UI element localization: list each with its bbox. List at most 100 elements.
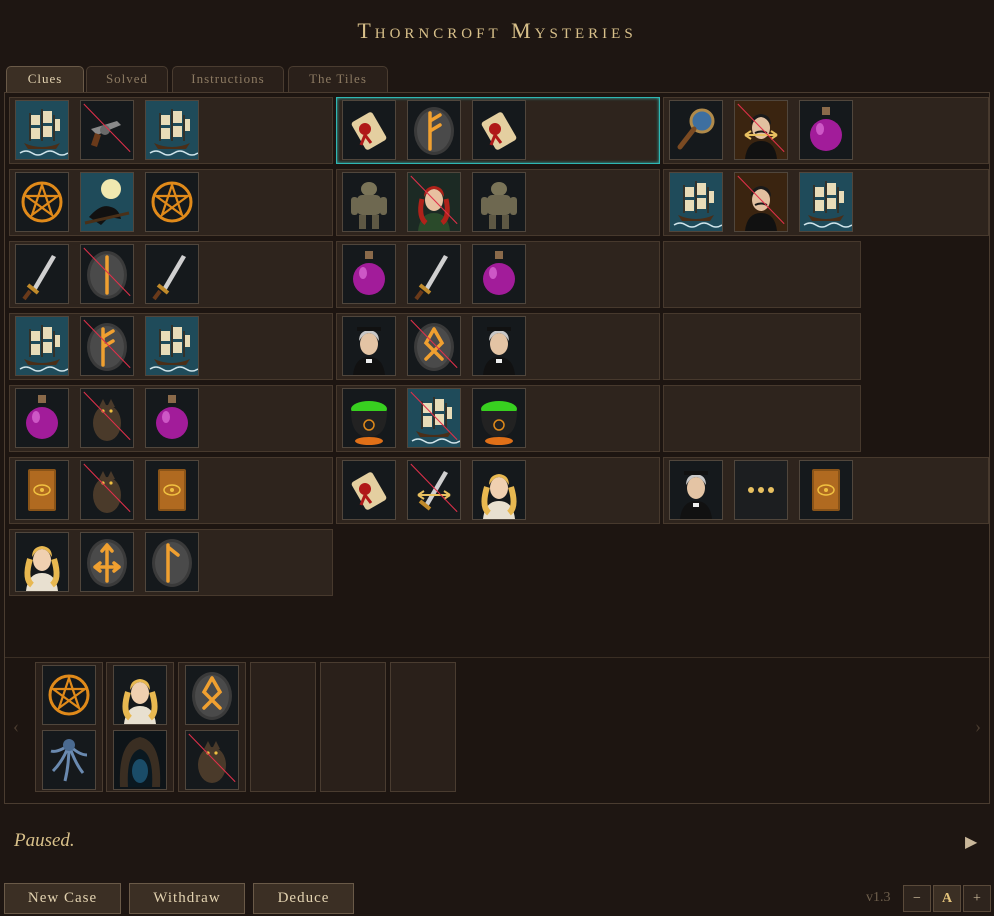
clue-tile[interactable] [80,532,134,592]
clue-tile[interactable] [15,172,69,232]
revolver-icon [91,121,121,147]
clue-row[interactable] [9,313,333,380]
clue-tile[interactable] [145,532,199,592]
clue-tile[interactable] [472,244,526,304]
clue-tile[interactable] [145,100,199,160]
clue-row[interactable] [9,169,333,236]
hand-tile[interactable] [42,665,96,725]
deduce-button[interactable]: Deduce [253,883,354,914]
clue-tile[interactable] [145,172,199,232]
clue-tile[interactable] [669,460,723,520]
zoom-out-button[interactable]: − [903,885,931,912]
zoom-reset-button[interactable]: A [933,885,961,912]
clue-row[interactable] [663,457,989,524]
hand-tile[interactable] [185,665,239,725]
clue-tile[interactable] [342,172,396,232]
clue-tile[interactable] [407,100,461,160]
clue-tile[interactable] [799,460,853,520]
play-icon[interactable]: ▶ [965,832,977,852]
clue-tile[interactable] [669,100,723,160]
tab-clues[interactable]: Clues [6,66,84,92]
zoom-in-button[interactable]: + [963,885,991,912]
clue-tile[interactable] [15,532,69,592]
clue-tile[interactable] [407,172,461,232]
clue-tile[interactable] [145,316,199,376]
withdraw-button[interactable]: Withdraw [129,883,245,914]
hand-slot[interactable] [106,662,174,792]
clue-row[interactable] [9,457,333,524]
hand-slot[interactable] [178,662,246,792]
clue-tile[interactable] [342,460,396,520]
pentacle-icon [151,181,193,223]
hand-slot[interactable] [390,662,456,792]
blonde-woman-icon [481,474,517,519]
clue-tile[interactable] [734,460,788,520]
clue-tile[interactable] [80,100,134,160]
clue-tile[interactable] [80,244,134,304]
clue-row[interactable] [336,313,660,380]
clue-row[interactable] [663,169,989,236]
clue-tile[interactable] [472,172,526,232]
clue-row[interactable] [336,97,660,164]
rune-arrows-icon [87,539,127,587]
clue-tile[interactable] [472,460,526,520]
clue-tile[interactable] [407,388,461,448]
clue-tile[interactable] [799,172,853,232]
clue-tile[interactable] [145,460,199,520]
hand-next-arrow[interactable]: › [975,716,981,737]
clue-tile[interactable] [342,388,396,448]
clue-tile[interactable] [80,316,134,376]
clue-row[interactable] [663,241,861,308]
clue-row[interactable] [336,457,660,524]
clue-tile[interactable] [145,388,199,448]
tab-solved[interactable]: Solved [86,66,168,92]
hand-tile[interactable] [185,730,239,790]
clue-tile[interactable] [472,388,526,448]
clue-tile[interactable] [669,172,723,232]
clue-row[interactable] [336,241,660,308]
hand-slot[interactable] [250,662,316,792]
clue-row[interactable] [336,169,660,236]
hand-tile[interactable] [113,665,167,725]
clue-tile[interactable] [15,388,69,448]
clue-tile[interactable] [80,460,134,520]
clue-tile[interactable] [472,100,526,160]
hand-tile[interactable] [42,730,96,790]
clue-row[interactable] [663,97,989,164]
clue-tile[interactable] [145,244,199,304]
tab-instructions[interactable]: Instructions [172,66,284,92]
clue-tile[interactable] [342,244,396,304]
clue-tile[interactable] [15,244,69,304]
clue-tile[interactable] [80,388,134,448]
clue-row[interactable] [336,385,660,452]
clue-row[interactable] [9,241,333,308]
clue-row[interactable] [9,385,333,452]
clue-tile[interactable] [734,172,788,232]
clue-tile[interactable] [15,460,69,520]
clue-row[interactable] [663,313,861,380]
clue-tile[interactable] [407,316,461,376]
dagger-icon [414,255,448,301]
tab-the-tiles[interactable]: The Tiles [288,66,388,92]
priest-icon [483,327,515,375]
clue-row[interactable] [9,529,333,596]
hand-prev-arrow[interactable]: ‹ [13,716,19,737]
hand-tile[interactable] [113,730,167,790]
new-case-button[interactable]: New Case [4,883,121,914]
clue-row[interactable] [663,385,861,452]
clue-tile[interactable] [799,100,853,160]
hand-slot[interactable] [35,662,103,792]
clue-row[interactable] [9,97,333,164]
clue-tile[interactable] [734,100,788,160]
clue-tile[interactable] [80,172,134,232]
raven-moon-icon [84,179,130,225]
clue-tile[interactable] [342,100,396,160]
hand-slot[interactable] [320,662,386,792]
clue-tile[interactable] [407,460,461,520]
game-board: ‹ › [4,92,990,804]
clue-tile[interactable] [15,316,69,376]
clue-tile[interactable] [407,244,461,304]
clue-tile[interactable] [15,100,69,160]
clue-tile[interactable] [342,316,396,376]
clue-tile[interactable] [472,316,526,376]
